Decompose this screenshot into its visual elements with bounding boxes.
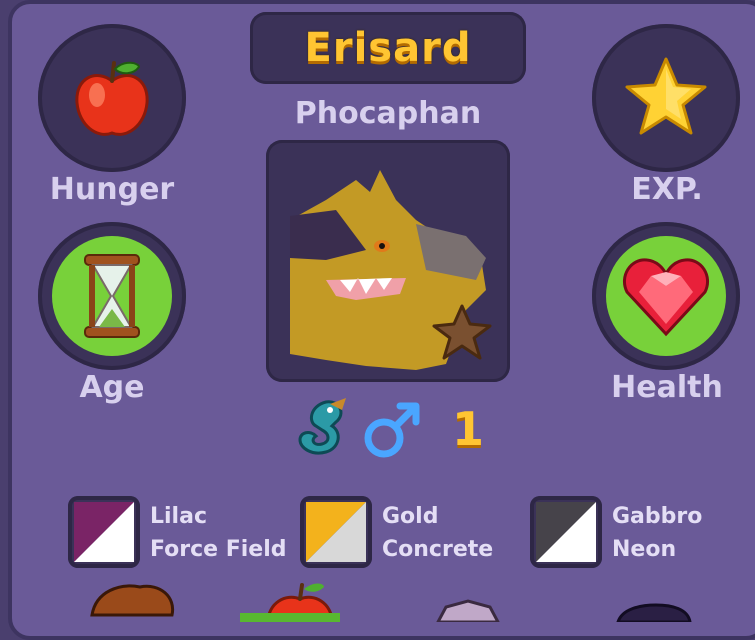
pet-name-plate: Erisard <box>250 12 526 84</box>
saddle-icon[interactable] <box>90 584 175 617</box>
color-name-line2: Force Field <box>150 537 287 562</box>
pet-name: Erisard <box>304 25 472 71</box>
exp-label: EXP. <box>631 172 703 207</box>
pet-portrait-frame <box>266 140 510 382</box>
hourglass-icon <box>84 254 140 338</box>
color-name-line2: Concrete <box>382 537 494 562</box>
exp-stat-button[interactable] <box>592 24 740 172</box>
heart-gem-icon <box>623 258 709 337</box>
apple-icon[interactable] <box>240 583 340 623</box>
color-split-icon <box>306 502 366 562</box>
pet-info-row: 1 <box>286 396 486 466</box>
pet-level: 1 <box>452 402 485 456</box>
star-icon <box>625 57 707 135</box>
pet-species: Phocaphan <box>294 96 482 131</box>
apple-icon <box>75 61 149 136</box>
hunger-stat-button[interactable] <box>38 24 186 172</box>
health-stat-button[interactable] <box>592 222 740 370</box>
male-symbol-icon <box>364 402 420 458</box>
age-label: Age <box>79 370 145 405</box>
color-swatch-3[interactable]: Gabbro Neon <box>530 496 750 570</box>
color-split-icon <box>536 502 596 562</box>
color-swatch-box <box>300 496 372 568</box>
color-name-line1: Gabbro <box>612 504 703 529</box>
hunger-label: Hunger <box>49 172 175 207</box>
color-name-line1: Lilac <box>150 504 207 529</box>
color-name-line1: Gold <box>382 504 439 529</box>
shirt-icon[interactable] <box>436 599 500 622</box>
color-swatch-box <box>68 496 140 568</box>
health-label: Health <box>611 370 723 405</box>
age-stat-button[interactable] <box>38 222 186 370</box>
hat-icon[interactable] <box>616 603 692 622</box>
sea-dragon-icon <box>298 398 346 455</box>
color-name-line2: Neon <box>612 537 677 562</box>
color-swatch-1[interactable]: Lilac Force Field <box>68 496 298 570</box>
color-swatch-box <box>530 496 602 568</box>
pet-portrait-icon <box>290 170 492 370</box>
bottom-item-bar <box>0 575 755 622</box>
color-split-icon <box>74 502 134 562</box>
color-swatch-2[interactable]: Gold Concrete <box>300 496 530 570</box>
